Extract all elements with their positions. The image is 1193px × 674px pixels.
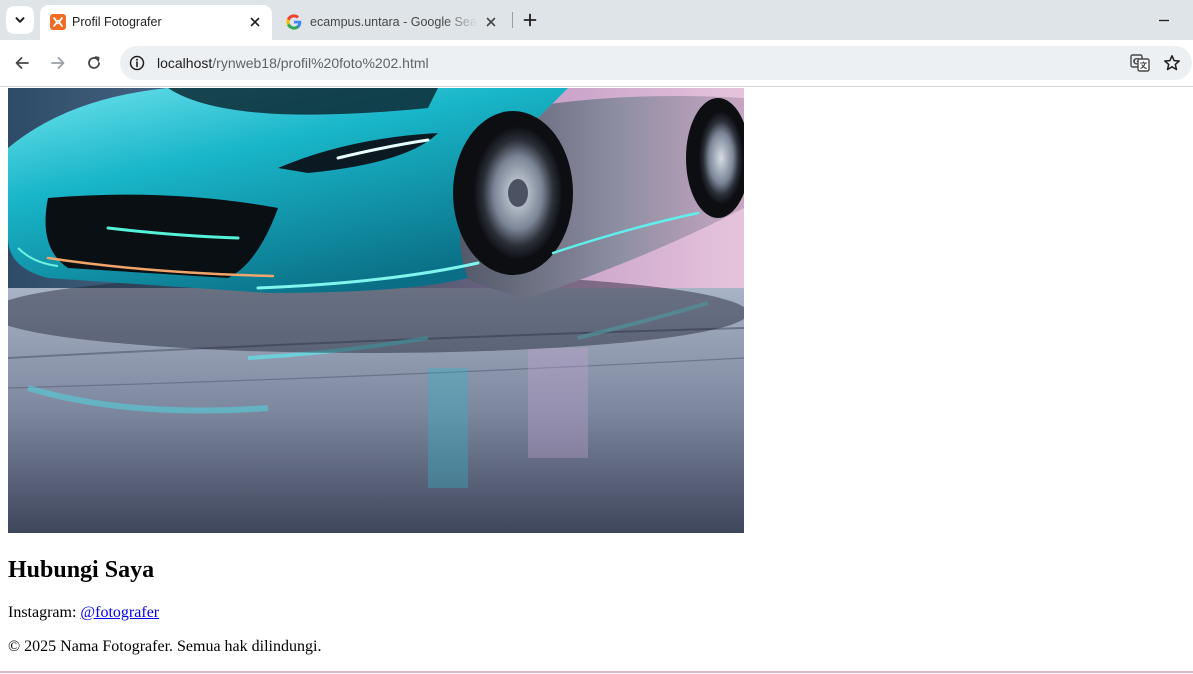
translate-button[interactable]: G <box>1129 53 1151 73</box>
instagram-line: Instagram: @fotografer <box>8 604 159 622</box>
tab-strip: Profil Fotografer ecampus.untara - Googl… <box>0 0 1193 40</box>
address-bar[interactable]: localhost/rynweb18/profil%20foto%202.htm… <box>120 46 1192 80</box>
arrow-left-icon <box>15 57 29 69</box>
forward-button[interactable] <box>46 51 70 75</box>
close-icon <box>486 17 496 27</box>
tab-separator <box>512 12 513 28</box>
reload-button[interactable] <box>82 51 106 75</box>
url-host: localhost <box>157 55 213 71</box>
tab-search-button[interactable] <box>6 6 34 34</box>
bookmark-button[interactable] <box>1161 53 1183 73</box>
info-icon <box>129 55 145 71</box>
url-path: /rynweb18/profil%20foto%202.html <box>212 55 429 71</box>
tab-close-button[interactable] <box>483 14 499 30</box>
url-text[interactable]: localhost/rynweb18/profil%20foto%202.htm… <box>157 55 429 71</box>
arrow-right-icon <box>51 57 65 69</box>
site-info-button[interactable] <box>128 54 146 72</box>
plus-icon <box>523 13 537 27</box>
tab-google-search[interactable]: ecampus.untara - Google Search <box>276 5 508 40</box>
car-photo <box>8 88 744 533</box>
star-icon <box>1164 55 1180 71</box>
reload-icon <box>88 56 100 69</box>
tab-title: Profil Fotografer <box>72 15 162 29</box>
back-button[interactable] <box>10 51 34 75</box>
tab-profil-fotografer[interactable]: Profil Fotografer <box>40 5 272 40</box>
minimize-window-button[interactable] <box>1150 10 1178 30</box>
new-tab-button[interactable] <box>520 10 540 30</box>
footer-copyright: © 2025 Nama Fotografer. Semua hak dilind… <box>8 638 322 655</box>
tab-close-button[interactable] <box>247 14 263 30</box>
chevron-down-icon <box>15 17 25 23</box>
car-photo-image <box>8 88 744 533</box>
minimize-icon <box>1159 19 1169 22</box>
xampp-favicon-icon <box>50 14 66 30</box>
translate-icon: G <box>1130 54 1150 72</box>
instagram-link[interactable]: @fotografer <box>80 604 159 621</box>
tab-title: ecampus.untara - Google Search <box>310 15 478 29</box>
browser-toolbar: localhost/rynweb18/profil%20foto%202.htm… <box>0 40 1193 87</box>
contact-heading: Hubungi Saya <box>8 557 155 583</box>
page-viewport: Hubungi Saya Instagram: @fotografer © 20… <box>0 88 1193 674</box>
google-favicon-icon <box>286 14 302 30</box>
instagram-label: Instagram: <box>8 604 81 621</box>
page-bottom-border <box>0 671 1193 673</box>
close-icon <box>250 17 260 27</box>
